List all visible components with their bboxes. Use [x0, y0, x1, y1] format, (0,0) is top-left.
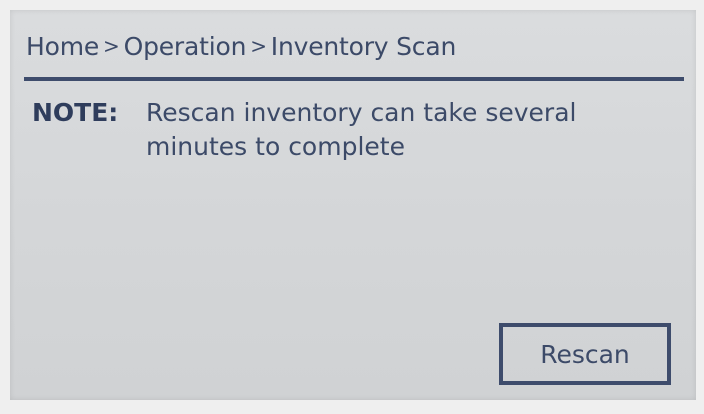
header-divider [24, 77, 684, 81]
note-label: NOTE: [32, 98, 119, 127]
breadcrumb-item-home: Home [26, 32, 100, 61]
breadcrumb: Home > Operation > Inventory Scan [26, 32, 456, 61]
breadcrumb-item-operation: Operation [123, 32, 247, 61]
rescan-button[interactable]: Rescan [499, 323, 671, 385]
breadcrumb-separator: > [103, 34, 120, 58]
device-bezel: Home > Operation > Inventory Scan NOTE: Resc… [0, 0, 704, 414]
note-text: Rescan inventory can take several minute… [146, 98, 577, 161]
lcd-screen: Home > Operation > Inventory Scan NOTE: Resc… [10, 10, 696, 400]
breadcrumb-item-inventory-scan: Inventory Scan [270, 32, 457, 61]
breadcrumb-separator: > [250, 34, 267, 58]
